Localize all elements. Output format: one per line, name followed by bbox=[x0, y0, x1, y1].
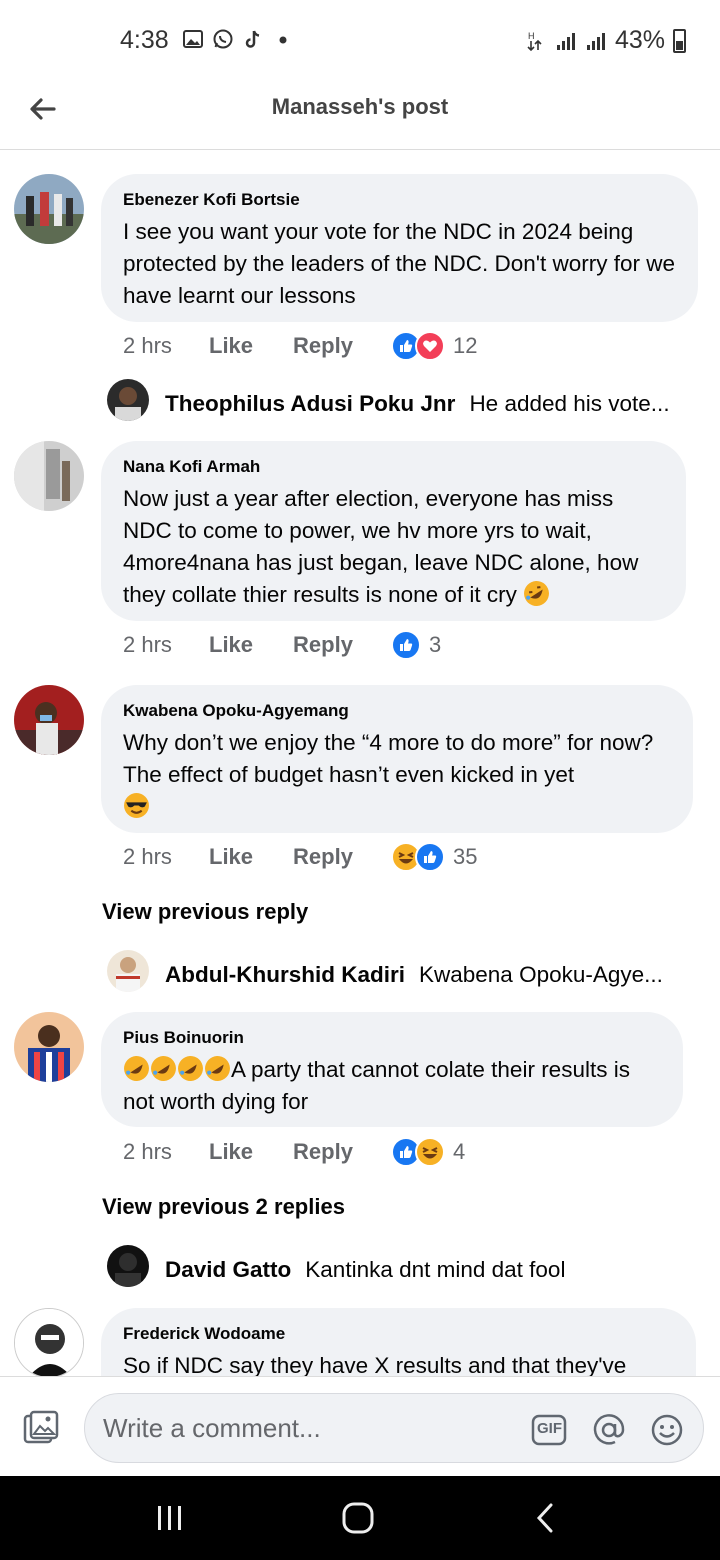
gif-button[interactable]: GIF bbox=[531, 1412, 567, 1448]
reply-preview[interactable]: Abdul-Khurshid Kadiri Kwabena Opoku-Agye.… bbox=[165, 962, 663, 988]
page-title: Manasseh's post bbox=[271, 94, 449, 119]
system-nav-bar bbox=[0, 1476, 720, 1560]
reply-author[interactable]: David Gatto bbox=[165, 1257, 291, 1282]
haha-reaction-icon bbox=[414, 1137, 445, 1167]
like-button[interactable]: Like bbox=[209, 1139, 253, 1165]
reply-preview[interactable]: Theophilus Adusi Poku Jnr He added his vo… bbox=[165, 391, 670, 417]
comment-time[interactable]: 2 hrs bbox=[123, 1139, 209, 1165]
reply-text: He added his vote... bbox=[469, 391, 670, 416]
comment-bubble[interactable]: Nana Kofi Armah Now just a year after el… bbox=[101, 441, 686, 621]
mention-icon[interactable] bbox=[591, 1412, 627, 1448]
status-time: 4:38 bbox=[120, 26, 169, 54]
reply-text: Kwabena Opoku-Agye... bbox=[419, 962, 663, 987]
comment-bubble[interactable]: Frederick Wodoame So if NDC say they hav… bbox=[101, 1308, 696, 1376]
comment-input[interactable] bbox=[103, 1411, 523, 1445]
reaction-count[interactable]: 4 bbox=[453, 1139, 465, 1165]
rofl-emoji-icon bbox=[151, 1056, 176, 1081]
comment-bubble[interactable]: Kwabena Opoku-Agyemang Why don’t we enjo… bbox=[101, 685, 693, 833]
emoji-picker-icon[interactable] bbox=[649, 1412, 685, 1448]
rofl-emoji-icon bbox=[205, 1056, 230, 1081]
like-button[interactable]: Like bbox=[209, 632, 253, 658]
avatar[interactable] bbox=[14, 685, 84, 755]
avatar[interactable] bbox=[14, 1308, 84, 1376]
data-arrows-icon: H bbox=[527, 31, 542, 51]
comment-text: I see you want your vote for the NDC in … bbox=[123, 219, 676, 308]
reply-button[interactable]: Reply bbox=[293, 1139, 353, 1165]
avatar[interactable] bbox=[107, 379, 149, 421]
reply-author[interactable]: Abdul-Khurshid Kadiri bbox=[165, 962, 405, 987]
reaction-count[interactable]: 3 bbox=[429, 632, 441, 658]
rofl-emoji-icon bbox=[524, 581, 550, 606]
gallery-icon bbox=[183, 30, 203, 48]
signal-icon bbox=[586, 32, 605, 50]
love-reaction-icon bbox=[414, 331, 445, 361]
comment-actions: 2 hrs Like Reply 4 bbox=[123, 1137, 465, 1167]
photo-icon[interactable] bbox=[22, 1409, 60, 1447]
reaction-count[interactable]: 12 bbox=[453, 333, 477, 359]
back-nav-icon[interactable] bbox=[526, 1498, 566, 1538]
comment-bubble[interactable]: Pius Boinuorin A party that cannot colat… bbox=[101, 1012, 683, 1127]
svg-text:H: H bbox=[528, 31, 535, 41]
system-icons: H 43% bbox=[525, 26, 686, 55]
avatar[interactable] bbox=[107, 950, 149, 992]
whatsapp-icon bbox=[213, 29, 233, 49]
comment-author[interactable]: Ebenezer Kofi Bortsie bbox=[123, 190, 676, 210]
like-reaction-icon bbox=[414, 842, 445, 872]
avatar[interactable] bbox=[14, 174, 84, 244]
gif-label: GIF bbox=[537, 1420, 562, 1437]
dot-icon bbox=[279, 36, 287, 44]
avatar[interactable] bbox=[14, 441, 84, 511]
battery-icon bbox=[673, 28, 686, 53]
reply-author[interactable]: Theophilus Adusi Poku Jnr bbox=[165, 391, 455, 416]
comment-actions: 2 hrs Like Reply 3 bbox=[123, 630, 441, 660]
rofl-emoji-icon bbox=[178, 1056, 203, 1081]
reactions[interactable] bbox=[390, 331, 445, 361]
comment-time[interactable]: 2 hrs bbox=[123, 844, 209, 870]
reply-text: Kantinka dnt mind dat fool bbox=[305, 1257, 566, 1282]
reactions[interactable] bbox=[390, 1137, 445, 1167]
comment-actions: 2 hrs Like Reply 12 bbox=[123, 331, 477, 361]
recent-apps-icon[interactable] bbox=[150, 1498, 190, 1538]
home-icon[interactable] bbox=[338, 1498, 378, 1538]
avatar[interactable] bbox=[14, 1012, 84, 1082]
comment-author[interactable]: Pius Boinuorin bbox=[123, 1028, 661, 1048]
battery-percent: 43% bbox=[614, 26, 665, 54]
reactions[interactable] bbox=[390, 842, 445, 872]
reply-button[interactable]: Reply bbox=[293, 333, 353, 359]
sunglasses-emoji-icon bbox=[124, 793, 149, 818]
view-previous-replies-button[interactable]: View previous 2 replies bbox=[102, 1194, 345, 1220]
post-header: Manasseh's post bbox=[0, 80, 720, 150]
comment-time[interactable]: 2 hrs bbox=[123, 632, 209, 658]
comment-text: Now just a year after election, everyone… bbox=[123, 486, 639, 607]
view-previous-replies-button[interactable]: View previous reply bbox=[102, 899, 308, 925]
reaction-count[interactable]: 35 bbox=[453, 844, 477, 870]
like-reaction-icon bbox=[390, 630, 421, 660]
reactions[interactable] bbox=[390, 630, 421, 660]
signal-icon bbox=[556, 32, 575, 50]
comment-text: Why don’t we enjoy the “4 more to do mor… bbox=[123, 730, 654, 787]
rofl-emoji-icon bbox=[124, 1056, 149, 1081]
notification-icons bbox=[182, 28, 294, 50]
comment-actions: 2 hrs Like Reply 35 bbox=[123, 842, 477, 872]
comment-time[interactable]: 2 hrs bbox=[123, 333, 209, 359]
comment-text: So if NDC say they have X results and th… bbox=[123, 1353, 627, 1376]
status-bar: 4:38 H 43% bbox=[0, 0, 720, 80]
comment-author[interactable]: Kwabena Opoku-Agyemang bbox=[123, 701, 671, 721]
tiktok-icon bbox=[245, 30, 260, 48]
reply-button[interactable]: Reply bbox=[293, 844, 353, 870]
comment-bubble[interactable]: Ebenezer Kofi Bortsie I see you want you… bbox=[101, 174, 698, 322]
comment-composer: GIF bbox=[0, 1376, 720, 1476]
comment-author[interactable]: Frederick Wodoame bbox=[123, 1324, 674, 1344]
reply-button[interactable]: Reply bbox=[293, 632, 353, 658]
reply-preview[interactable]: David Gatto Kantinka dnt mind dat fool bbox=[165, 1257, 565, 1283]
comments-feed[interactable]: Ebenezer Kofi Bortsie I see you want you… bbox=[0, 151, 720, 1376]
comment-author[interactable]: Nana Kofi Armah bbox=[123, 457, 664, 477]
comment-input-wrapper[interactable]: GIF bbox=[84, 1393, 704, 1463]
like-button[interactable]: Like bbox=[209, 333, 253, 359]
like-button[interactable]: Like bbox=[209, 844, 253, 870]
avatar[interactable] bbox=[107, 1245, 149, 1287]
